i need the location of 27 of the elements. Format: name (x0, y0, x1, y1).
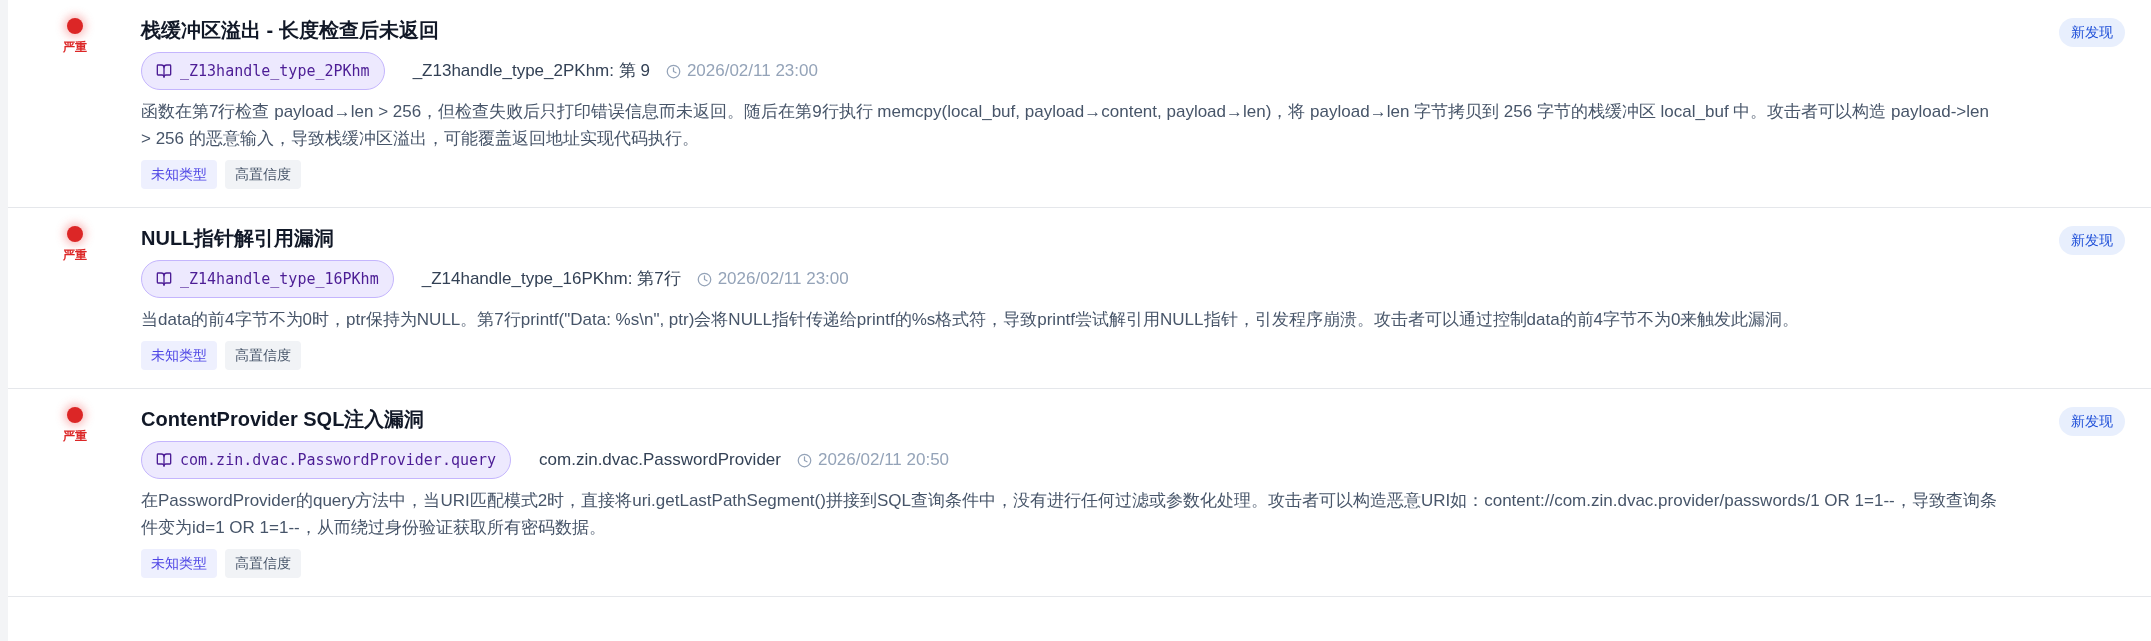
finding-description: 在PasswordProvider的query方法中，当URI匹配模式2时，直接将uri.getLastPathSegment()拼接到SQL查询条件中，没有进行任何过滤或参数化处理。攻击者可以构造恶意URI如：content://com.zin.dvac.provider/passwords/1 OR 1=1--，导致查询条件变为id=1 OR 1=1--，从而绕过身份验证获取所有密码数据。 (141, 490, 1998, 539)
code-location: _Z13handle_type_2PKhm: 第 9 (412, 60, 650, 83)
tag: 未知类型 (141, 549, 217, 578)
tag: 高置信度 (225, 549, 301, 578)
severity-label: 严重 (62, 39, 87, 56)
function-chip[interactable]: _Z14handle_type_16PKhm (141, 260, 394, 298)
finding-time: 2026/02/11 23:00 (717, 268, 849, 291)
finding-description: 函数在第7行检查 payload→len > 256，但检查失败后只打印错误信息而未返回。随后在第9行执行 memcpy(local_buf, payload→content, payload→len)，将 payload→len 字节拷贝到 256 字节的栈缓冲区 local_buf 中。攻击者可以构造 payload->len > 256 的恶意输入，导致栈缓冲区溢出，可能覆盖返回地址实现代码执行。 (141, 101, 1990, 150)
finding-title: 栈缓冲区溢出 - 长度检查后未返回 (141, 18, 440, 43)
code-location: _Z14handle_type_16PKhm: 第7行 (421, 268, 681, 291)
status-badge: 新发现 (2059, 18, 2125, 47)
finding-time: 2026/02/11 20:50 (817, 449, 950, 472)
code-location: com.zin.dvac.PasswordProvider (539, 449, 781, 472)
tag: 高置信度 (225, 341, 301, 370)
status-badge: 新发现 (2059, 226, 2125, 255)
status-badge: 新发现 (2059, 407, 2125, 436)
tag: 未知类型 (141, 160, 217, 189)
function-chip[interactable]: com.zin.dvac.PasswordProvider.query (141, 441, 512, 479)
tag: 未知类型 (141, 341, 217, 370)
severity-label: 严重 (62, 247, 87, 264)
severity-label: 严重 (62, 428, 87, 445)
finding-description: 当data的前4字节不为0时，ptr保持为NULL。第7行printf("Data: %s\n", ptr)会将NULL指针传递给printf的%s格式符，导致printf尝试解引用NULL指针，引发程序崩溃。攻击者可以通过控制data的前4字节不为0来触发此漏洞。 (141, 309, 1801, 331)
finding-title: NULL指针解引用漏洞 (141, 226, 336, 251)
finding-time: 2026/02/11 23:00 (686, 60, 818, 83)
finding-title: ContentProvider SQL注入漏洞 (141, 407, 426, 432)
tag: 高置信度 (225, 160, 301, 189)
function-chip[interactable]: _Z13handle_type_2PKhm (141, 52, 385, 90)
